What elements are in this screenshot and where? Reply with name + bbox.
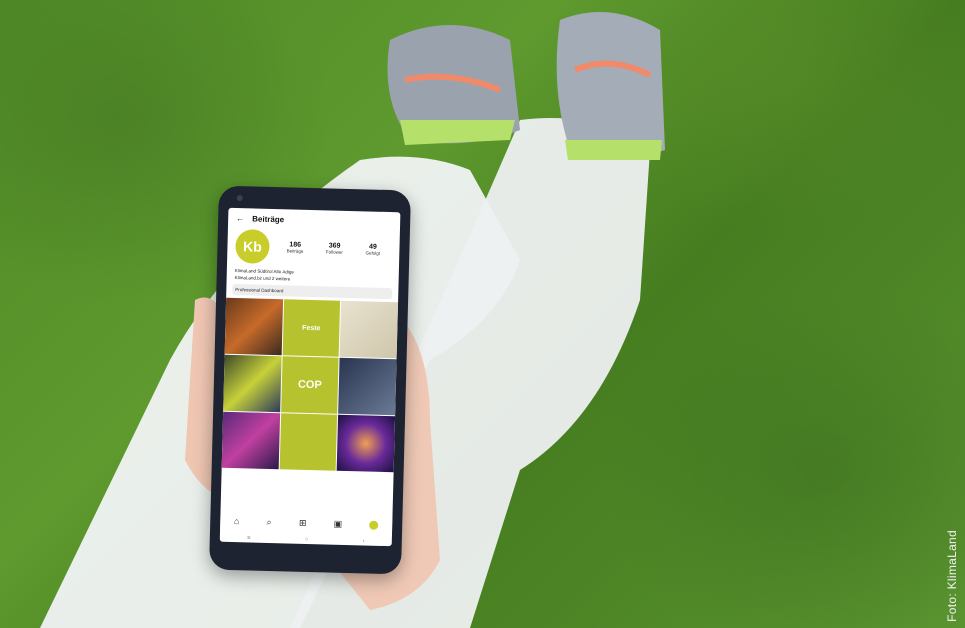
- profile-icon[interactable]: [369, 520, 379, 530]
- search-icon[interactable]: ⌕: [266, 516, 272, 527]
- background-photo: [0, 0, 965, 628]
- smartphone: ← Beiträge Kb 186 Beiträge 369 Follower 49…: [209, 185, 411, 575]
- profile-stats: 186 Beiträge 369 Follower 49 Gefolgt: [275, 241, 391, 256]
- post-tile[interactable]: [224, 297, 283, 356]
- legs-illustration: [40, 12, 665, 628]
- post-tile[interactable]: Feste: [282, 299, 341, 357]
- post-tile[interactable]: [223, 354, 282, 413]
- avatar[interactable]: Kb: [235, 229, 270, 264]
- stat-posts[interactable]: 186 Beiträge: [287, 241, 304, 253]
- recent-apps-icon[interactable]: ≡: [247, 535, 251, 541]
- phone-screen: ← Beiträge Kb 186 Beiträge 369 Follower 49…: [219, 207, 401, 547]
- header-title: Beiträge: [252, 214, 285, 225]
- post-tile[interactable]: COP: [280, 356, 339, 414]
- post-tile[interactable]: [339, 300, 399, 359]
- system-nav: ≡ ○ ‹: [220, 535, 392, 546]
- photo-credit: Foto: KlimaLand: [945, 530, 959, 622]
- stat-followers[interactable]: 369 Follower: [326, 242, 343, 254]
- add-icon[interactable]: ⊞: [299, 517, 307, 528]
- home-circle-icon[interactable]: ○: [305, 537, 309, 543]
- post-tile[interactable]: [221, 411, 280, 470]
- post-grid: Feste COP: [221, 297, 399, 473]
- back-arrow-icon[interactable]: ←: [236, 214, 244, 223]
- reels-icon[interactable]: ▣: [334, 518, 343, 529]
- post-tile[interactable]: [336, 414, 396, 473]
- profile-summary: Kb 186 Beiträge 369 Follower 49 Gefolgt: [227, 225, 400, 271]
- bottom-nav: ⌂ ⌕ ⊞ ▣: [220, 511, 393, 535]
- post-tile[interactable]: [279, 413, 338, 471]
- back-icon[interactable]: ‹: [363, 538, 365, 544]
- dashboard-button[interactable]: Professional Dashboard: [232, 283, 393, 300]
- home-icon[interactable]: ⌂: [234, 516, 240, 526]
- stat-following[interactable]: 49 Gefolgt: [365, 243, 380, 256]
- post-tile[interactable]: [338, 357, 397, 416]
- front-camera: [236, 195, 243, 202]
